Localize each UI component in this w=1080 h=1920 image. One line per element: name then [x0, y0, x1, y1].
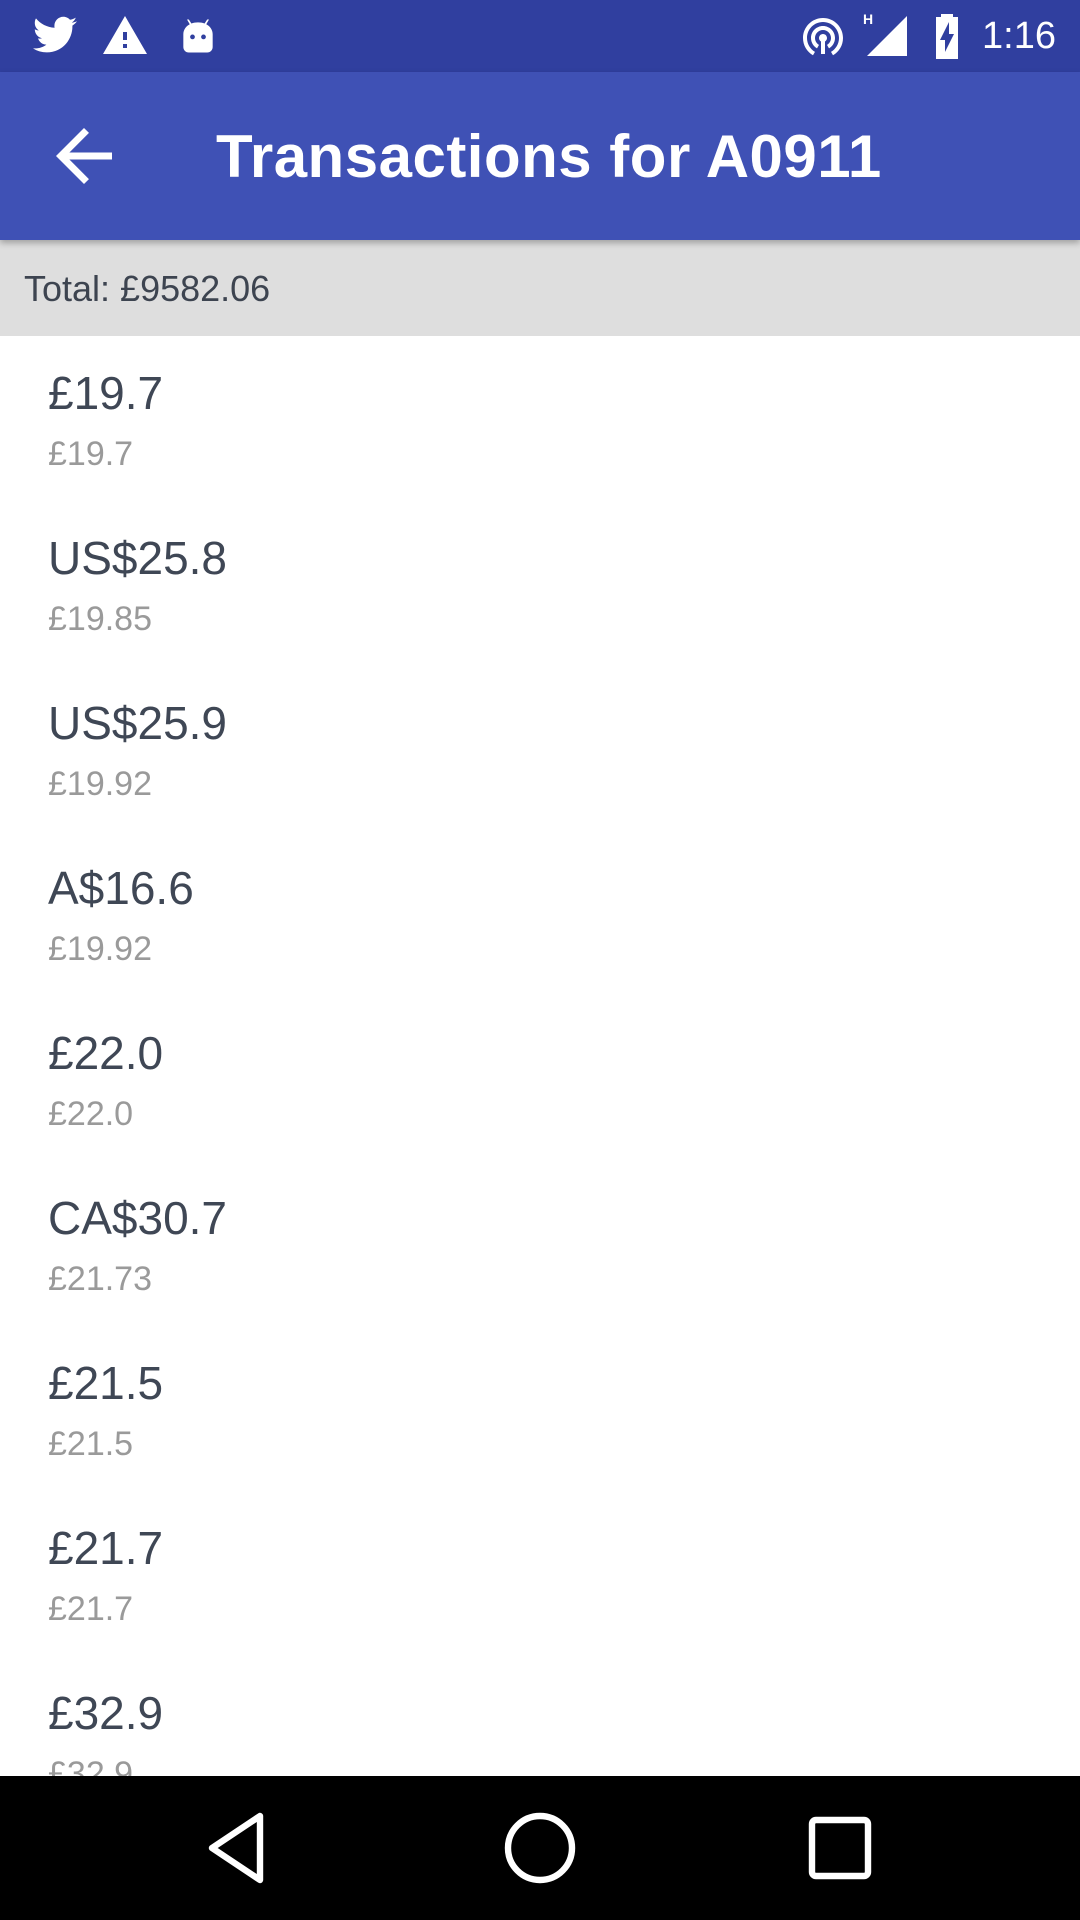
transaction-row[interactable]: A$16.6 £19.92 — [0, 831, 1080, 996]
status-bar: H 1:16 — [0, 0, 1080, 72]
back-triangle-icon[interactable] — [192, 1800, 288, 1896]
battery-icon — [936, 14, 958, 59]
transaction-converted-amount: £19.7 — [48, 435, 134, 473]
signal-icon: H — [863, 12, 907, 56]
twitter-icon — [33, 16, 77, 53]
transaction-converted-amount: £22.0 — [48, 1095, 134, 1133]
transaction-amount: US$25.8 — [48, 532, 228, 584]
arrow-back-icon[interactable] — [42, 114, 126, 198]
transaction-amount: CA$30.7 — [48, 1192, 228, 1244]
transaction-amount: A$16.6 — [48, 862, 194, 914]
transaction-amount: £21.5 — [48, 1357, 164, 1409]
transaction-row[interactable]: £19.7 £19.7 — [0, 336, 1080, 501]
transaction-converted-amount: £21.73 — [48, 1260, 152, 1298]
transaction-converted-amount: £32.9 — [48, 1755, 134, 1776]
transaction-row[interactable]: £32.9 £32.9 — [0, 1656, 1080, 1776]
transaction-converted-amount: £21.5 — [48, 1425, 134, 1463]
total-amount: Total: £9582.06 — [24, 268, 271, 309]
system-nav-bar — [0, 1776, 1080, 1920]
transaction-converted-amount: £21.7 — [48, 1590, 134, 1628]
transaction-amount: US$25.9 — [48, 697, 228, 749]
page-title: Transactions for A0911 — [216, 123, 882, 190]
transaction-amount: £21.7 — [48, 1522, 164, 1574]
transaction-amount: £19.7 — [48, 367, 164, 419]
home-circle-icon[interactable] — [492, 1800, 588, 1896]
transaction-amount: £32.9 — [48, 1687, 164, 1739]
transaction-converted-amount: £19.85 — [48, 600, 152, 638]
transaction-row[interactable]: CA$30.7 £21.73 — [0, 1161, 1080, 1326]
status-time: 1:16 — [982, 15, 1056, 57]
transaction-row[interactable]: £21.5 £21.5 — [0, 1326, 1080, 1491]
transaction-row[interactable]: US$25.8 £19.85 — [0, 501, 1080, 666]
app-bar: Transactions for A0911 — [0, 72, 1080, 240]
transactions-list[interactable]: £19.7 £19.7 US$25.8 £19.85 US$25.9 £19.9… — [0, 336, 1080, 1776]
transaction-amount: £22.0 — [48, 1027, 164, 1079]
warning-icon — [103, 16, 147, 54]
transaction-row[interactable]: £21.7 £21.7 — [0, 1491, 1080, 1656]
svg-text:H: H — [863, 12, 873, 27]
transaction-row[interactable]: £22.0 £22.0 — [0, 996, 1080, 1161]
android-icon — [183, 19, 213, 53]
transaction-row[interactable]: US$25.9 £19.92 — [0, 666, 1080, 831]
transaction-converted-amount: £19.92 — [48, 765, 152, 803]
total-summary-bar: Total: £9582.06 — [0, 240, 1080, 336]
transaction-converted-amount: £19.92 — [48, 930, 152, 968]
recents-square-icon[interactable] — [792, 1800, 888, 1896]
hotspot-icon — [803, 18, 843, 56]
